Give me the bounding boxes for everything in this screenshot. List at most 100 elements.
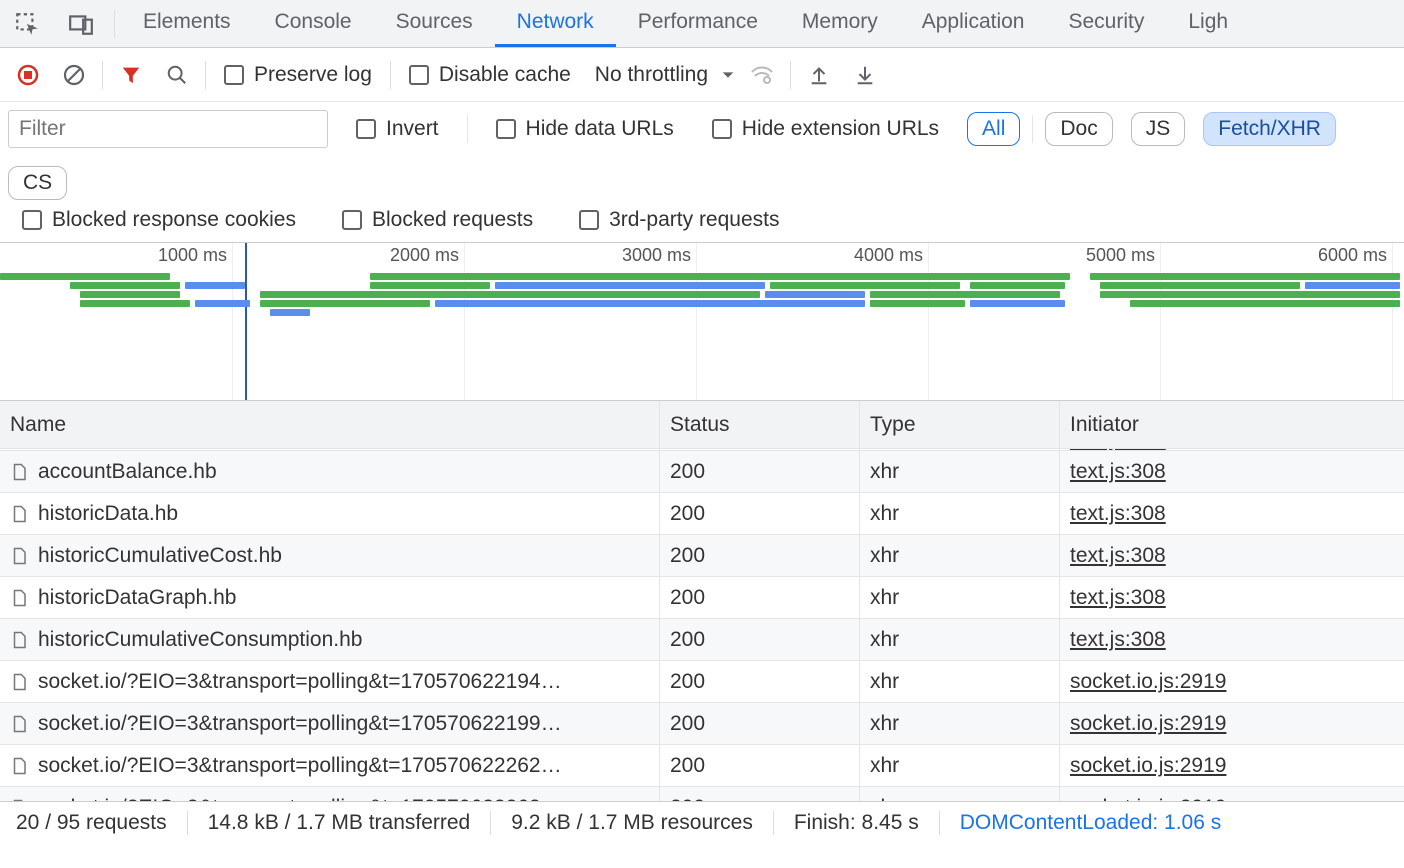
hide-ext-urls-label: Hide extension URLs [742,117,939,141]
table-row[interactable]: historicDataGraph.hb 200 xhr text.js:308 [0,577,1404,619]
devtools-top-bar: Elements Console Sources Network Perform… [0,0,1404,48]
tab-security[interactable]: Security [1046,0,1166,47]
tab-sources[interactable]: Sources [374,0,495,47]
cell-name: historicCumulativeConsumption.hb [38,628,363,652]
table-row[interactable]: historicCumulativeConsumption.hb 200 xhr… [0,619,1404,661]
blocked-requests-label: Blocked requests [372,208,533,232]
hide-data-urls-check[interactable]: Hide data URLs [496,117,674,141]
disable-cache-check[interactable]: Disable cache [409,63,571,87]
cell-type: xhr [860,661,1060,702]
upload-har-icon[interactable] [799,55,839,95]
filter-row: Invert Hide data URLs Hide extension URL… [0,102,1404,204]
cell-initiator[interactable]: socket.io.js:2919 [1070,712,1226,736]
tab-elements[interactable]: Elements [121,0,253,47]
tab-network[interactable]: Network [495,0,616,47]
cell-initiator[interactable]: text.js:308 [1070,586,1166,610]
cell-type: xhr [860,577,1060,618]
preserve-log-label: Preserve log [254,63,372,87]
cell-type: xhr [860,619,1060,660]
cell-initiator[interactable]: text.js:308 [1070,460,1166,484]
file-icon [10,589,28,607]
table-row[interactable]: socket.io/?EIO=3&transport=polling&t=170… [0,787,1404,801]
cell-status: 200 [660,577,860,618]
divider [790,61,791,89]
tab-performance[interactable]: Performance [616,0,780,47]
table-row[interactable]: socket.io/?EIO=3&transport=polling&t=170… [0,703,1404,745]
tab-application[interactable]: Application [900,0,1047,47]
cell-initiator[interactable]: text.js:308 [1070,544,1166,568]
cell-initiator[interactable]: socket.io.js:2919 [1070,670,1226,694]
tick-label: 2000 ms [390,245,465,266]
cell-initiator[interactable]: text.js:308 [1070,628,1166,652]
chip-css[interactable]: CS [8,166,67,200]
status-finish: Finish: 8.45 s [774,811,940,835]
divider [1032,115,1033,143]
preserve-log-check[interactable]: Preserve log [224,63,372,87]
record-button[interactable] [8,55,48,95]
status-bar: 20 / 95 requests 14.8 kB / 1.7 MB transf… [0,801,1404,843]
network-conditions-icon[interactable] [742,55,782,95]
col-type[interactable]: Type [860,401,1060,448]
checkbox-icon [496,119,516,139]
third-party-check[interactable]: 3rd-party requests [579,208,779,232]
checkbox-icon [712,119,732,139]
disable-cache-label: Disable cache [439,63,571,87]
cell-initiator[interactable]: text.js:308 [1070,502,1166,526]
blocked-cookies-check[interactable]: Blocked response cookies [22,208,296,232]
tab-console[interactable]: Console [253,0,374,47]
cell-name: accountBalance.hb [38,460,217,484]
device-toggle-icon[interactable] [54,0,108,48]
cell-type: xhr [860,449,1060,450]
cell-initiator[interactable]: text.js:308 [1070,449,1166,450]
tab-lighthouse[interactable]: Ligh [1166,0,1250,47]
col-initiator[interactable]: Initiator [1060,401,1404,448]
table-row[interactable]: historicCumulativeCost.hb 200 xhr text.j… [0,535,1404,577]
filter-row-2: Blocked response cookies Blocked request… [0,204,1404,243]
file-icon [10,673,28,691]
cell-initiator[interactable]: socket.io.js:2919 [1070,796,1226,802]
cell-type: xhr [860,787,1060,801]
download-har-icon[interactable] [845,55,885,95]
cell-status: 200 [660,493,860,534]
chip-fetch-xhr[interactable]: Fetch/XHR [1203,112,1336,146]
filter-icon[interactable] [111,55,151,95]
inspect-element-icon[interactable] [0,0,54,48]
cell-status: 200 [660,661,860,702]
search-icon[interactable] [157,55,197,95]
divider [205,61,206,89]
table-row[interactable]: historicData.hb 200 xhr text.js:308 [0,493,1404,535]
cell-status: 200 [660,619,860,660]
tab-memory[interactable]: Memory [780,0,900,47]
cell-status: 200 [660,787,860,801]
status-dcl: DOMContentLoaded: 1.06 s [940,811,1242,835]
divider [467,115,468,143]
file-icon [10,715,28,733]
hide-data-urls-label: Hide data URLs [526,117,674,141]
table-row[interactable]: socket.io/?EIO=3&transport=polling&t=170… [0,661,1404,703]
cell-status: 200 [660,745,860,786]
cell-type: xhr [860,451,1060,492]
table-row[interactable]: socket.io/?EIO=3&transport=polling&t=170… [0,745,1404,787]
filter-input[interactable] [8,110,328,148]
timeline-overview[interactable]: 1000 ms 2000 ms 3000 ms 4000 ms 5000 ms … [0,243,1404,401]
hide-ext-urls-check[interactable]: Hide extension URLs [712,117,939,141]
cell-name: socket.io/?EIO=3&transport=polling&t=170… [38,712,562,736]
checkbox-icon [356,119,376,139]
clear-button[interactable] [54,55,94,95]
throttling-label: No throttling [595,63,708,87]
cell-status: 200 [660,449,860,450]
network-toolbar: Preserve log Disable cache No throttling [0,48,1404,102]
col-name[interactable]: Name [0,401,660,448]
col-status[interactable]: Status [660,401,860,448]
divider [102,61,103,89]
cell-initiator[interactable]: socket.io.js:2919 [1070,754,1226,778]
invert-check[interactable]: Invert [356,117,439,141]
status-resources: 9.2 kB / 1.7 MB resources [491,811,774,835]
chip-doc[interactable]: Doc [1045,112,1112,146]
chip-js[interactable]: JS [1131,112,1186,146]
throttling-select[interactable]: No throttling [595,63,736,87]
chip-all[interactable]: All [967,112,1020,146]
table-row[interactable]: accountBalance.hb 200 xhr text.js:308 [0,451,1404,493]
blocked-requests-check[interactable]: Blocked requests [342,208,533,232]
devtools-tabs: Elements Console Sources Network Perform… [121,0,1250,47]
